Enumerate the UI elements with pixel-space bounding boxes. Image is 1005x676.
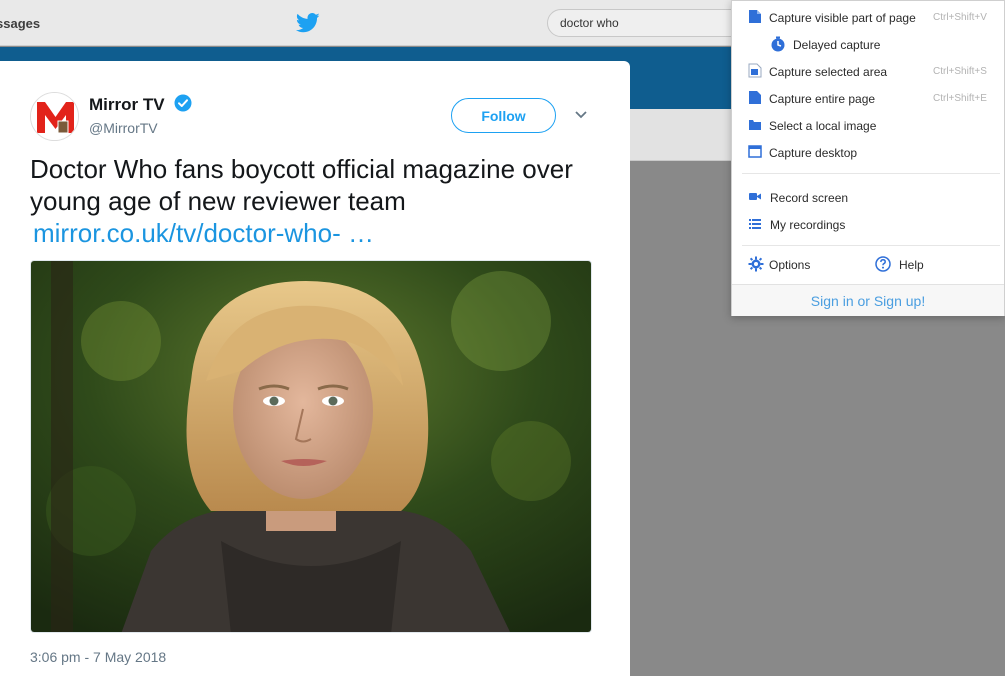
capture-extension-popup: Capture visible part of page Ctrl+Shift+… (731, 0, 1005, 316)
sign-in-link[interactable]: Sign in or Sign up! (732, 284, 1004, 316)
mirror-logo-icon (31, 93, 78, 140)
timer-icon (771, 36, 785, 52)
tweet-photo[interactable] (30, 260, 592, 633)
record-screen-item[interactable]: Record screen (732, 183, 1005, 210)
folder-icon (749, 120, 761, 130)
options-item[interactable]: Options (732, 250, 862, 277)
menu-item-shortcut: Ctrl+Shift+V (933, 12, 987, 23)
gear-icon (748, 256, 764, 272)
menu-item-shortcut: Ctrl+Shift+S (933, 66, 987, 77)
selection-icon (748, 63, 762, 78)
page-icon (749, 10, 761, 23)
portrait-image (31, 261, 591, 632)
list-icon (749, 219, 761, 229)
tweet-text: Doctor Who fans boycott official magazin… (30, 154, 573, 216)
capture-desktop-item[interactable]: Capture desktop (732, 138, 1005, 165)
delayed-capture-item[interactable]: Delayed capture (732, 30, 1005, 57)
video-camera-icon (749, 193, 761, 200)
capture-visible-part-item[interactable]: Capture visible part of page Ctrl+Shift+… (732, 3, 1005, 30)
help-item[interactable]: Help (875, 253, 985, 275)
tweet-timestamp[interactable]: 3:06 pm - 7 May 2018 (30, 649, 166, 665)
menu-separator (742, 173, 1000, 174)
chevron-down-icon[interactable] (574, 110, 588, 120)
author-handle[interactable]: @MirrorTV (89, 120, 158, 136)
menu-item-shortcut: Ctrl+Shift+E (933, 93, 987, 104)
menu-item-label: Capture selected area (769, 65, 888, 79)
nav-messages-link[interactable]: ssages (0, 16, 40, 31)
search-input[interactable] (547, 9, 747, 37)
full-page-icon (749, 91, 761, 104)
menu-item-label: My recordings (770, 218, 846, 232)
menu-item-label: Delayed capture (793, 38, 881, 52)
menu-item-label: Options (769, 258, 811, 272)
desktop-icon (748, 145, 762, 158)
twitter-bird-icon[interactable] (296, 13, 320, 33)
menu-item-label: Help (899, 258, 924, 272)
verified-badge-icon (174, 94, 192, 112)
tweet-link[interactable]: mirror.co.uk/tv/doctor-who- … (33, 218, 374, 249)
menu-item-label: Record screen (770, 191, 849, 205)
capture-selected-area-item[interactable]: Capture selected area Ctrl+Shift+S (732, 57, 1005, 84)
help-icon (875, 256, 891, 272)
menu-item-label: Capture entire page (769, 92, 876, 106)
menu-separator (742, 245, 1000, 246)
select-local-image-item[interactable]: Select a local image (732, 111, 1005, 138)
mirror-avatar[interactable] (30, 92, 79, 141)
menu-item-label: Select a local image (769, 119, 877, 133)
menu-item-label: Capture visible part of page (769, 11, 916, 25)
follow-button[interactable]: Follow (451, 98, 556, 133)
tweet-card: Mirror TV @MirrorTV Follow Doctor Who fa… (0, 61, 630, 676)
author-name[interactable]: Mirror TV (89, 95, 165, 115)
menu-item-label: Capture desktop (769, 146, 858, 160)
my-recordings-item[interactable]: My recordings (732, 210, 1005, 237)
capture-entire-page-item[interactable]: Capture entire page Ctrl+Shift+E (732, 84, 1005, 111)
